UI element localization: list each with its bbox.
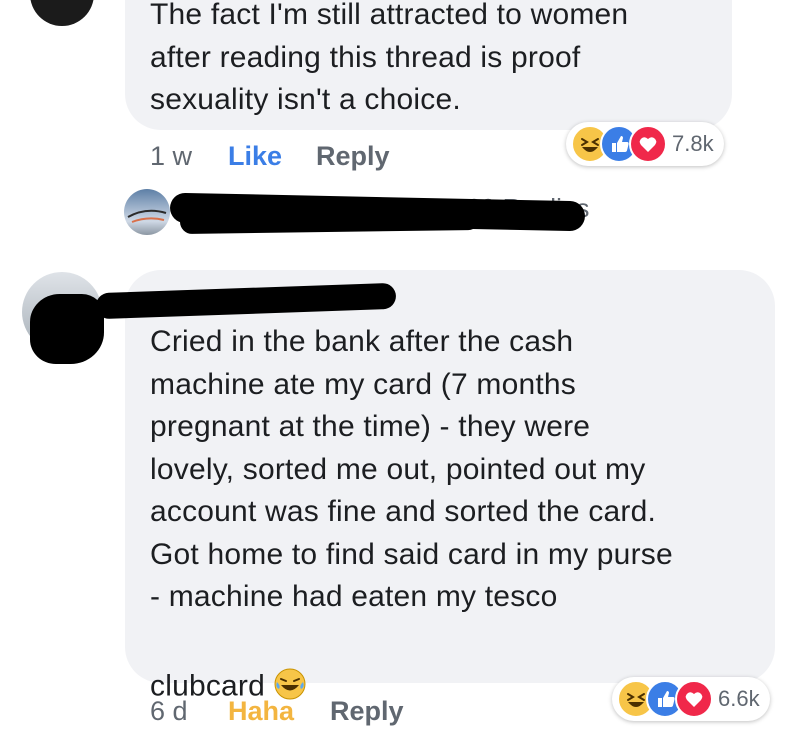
reply-button[interactable]: Reply xyxy=(316,140,390,172)
comment-text: Cried in the bank after the cash machine… xyxy=(150,325,673,702)
reply-button[interactable]: Reply xyxy=(330,695,404,727)
redaction-bar xyxy=(179,205,481,235)
reaction-count: 7.8k xyxy=(672,131,714,156)
avatar[interactable] xyxy=(30,0,94,26)
reply-avatar xyxy=(124,189,170,235)
comment-timestamp[interactable]: 1 w xyxy=(150,140,192,172)
reaction-count: 6.6k xyxy=(718,686,760,711)
love-icon xyxy=(675,680,713,718)
comment-timestamp[interactable]: 6 d xyxy=(150,695,188,727)
like-button[interactable]: Like xyxy=(228,140,282,172)
reaction-summary[interactable]: 7.8k xyxy=(566,122,724,166)
comment-text: The fact I'm still attracted to women af… xyxy=(150,0,629,116)
reaction-summary[interactable]: 6.6k xyxy=(612,677,770,721)
laughing-tears-emoji xyxy=(273,625,307,700)
redaction-bar xyxy=(30,294,104,364)
haha-reaction-button[interactable]: Haha xyxy=(228,695,294,727)
love-icon xyxy=(629,125,667,163)
